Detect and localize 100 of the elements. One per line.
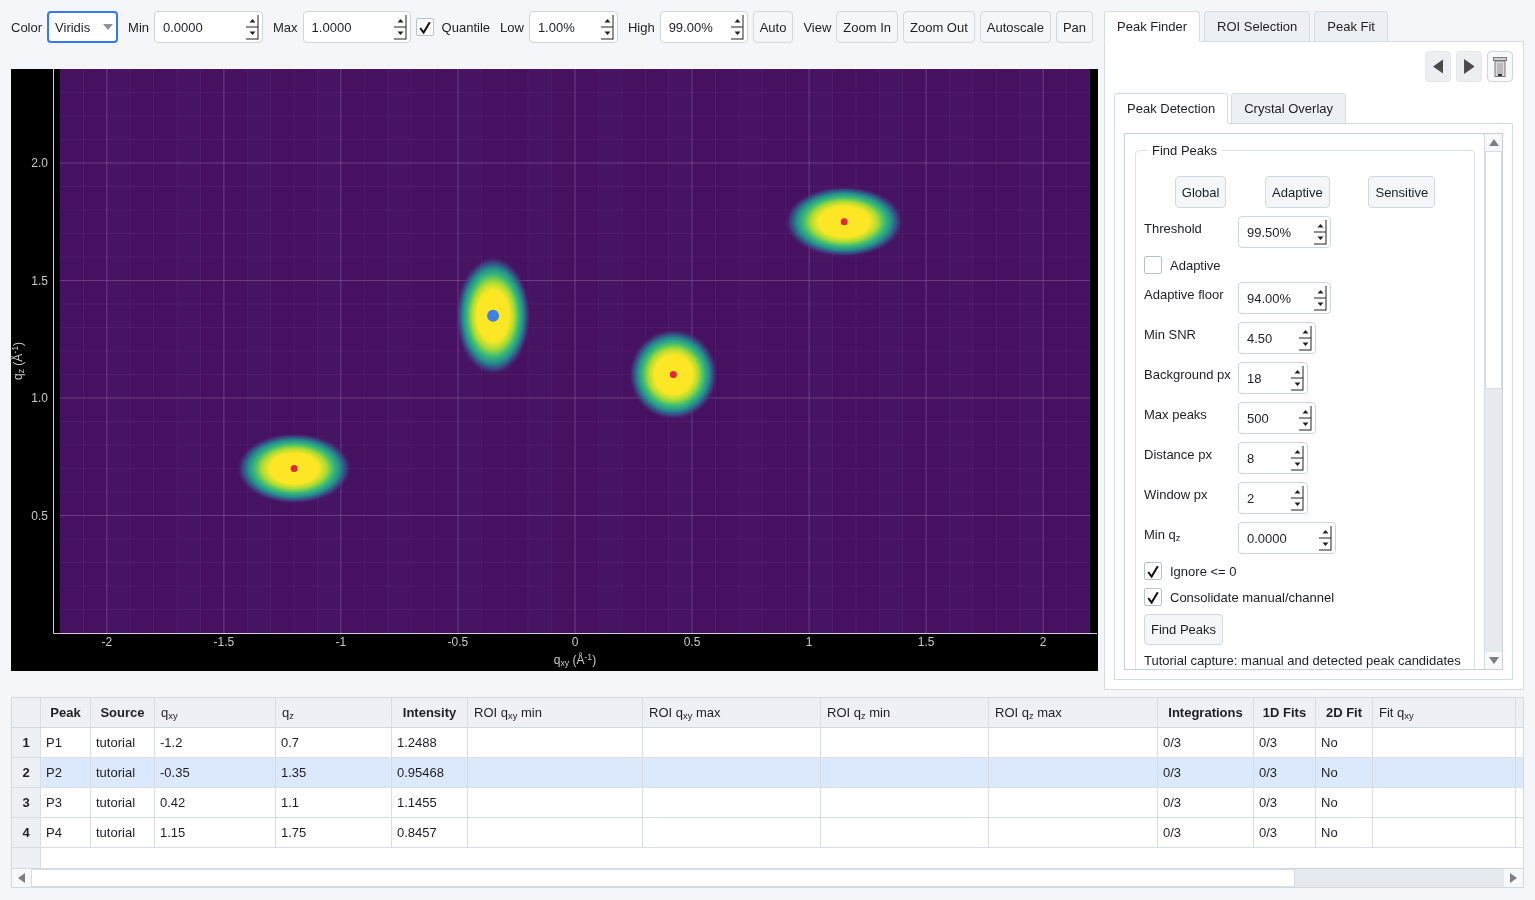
spin-arrows-icon[interactable] — [1290, 485, 1304, 511]
horizontal-scrollbar[interactable] — [12, 868, 1523, 887]
delete-button[interactable] — [1487, 51, 1513, 82]
previous-button[interactable] — [1425, 51, 1451, 82]
field-label: High — [627, 19, 655, 35]
tab[interactable]: Peak Detection — [1114, 93, 1229, 124]
row-header[interactable]: 2 — [12, 758, 41, 788]
field-label: Min q$_{z}$ — [1144, 526, 1181, 542]
spin-arrows-icon[interactable] — [1313, 219, 1327, 245]
number-field[interactable]: 99.00% — [659, 11, 748, 43]
axis-tick-label: 2 — [1039, 635, 1047, 649]
spin-arrows-icon[interactable] — [1290, 365, 1304, 391]
column-header[interactable]: q$_{xy}$ — [155, 698, 276, 728]
table-row[interactable]: 2 P2 tutorial -0.35 1.35 0.95468 0/3 0/3 No — [12, 758, 1523, 788]
number-field[interactable]: 1.0000 — [302, 11, 411, 43]
caret-right-icon — [1463, 59, 1475, 74]
axis-tick-label: 0.5 — [31, 508, 48, 523]
spin-arrows-icon[interactable] — [1298, 405, 1312, 431]
table-row[interactable]: 4 P4 tutorial 1.15 1.75 0.8457 0/3 0/3 No — [12, 818, 1523, 848]
peak-marker[interactable] — [840, 218, 848, 226]
column-header[interactable]: 2D Fit — [1316, 698, 1373, 728]
axis-tick-label: -2 — [101, 635, 113, 649]
column-header[interactable]: Fit q$_{xy}$ — [1373, 698, 1516, 728]
column-header[interactable]: 1D Fits — [1254, 698, 1316, 728]
checkbox-label: Adaptive — [1170, 257, 1221, 273]
axis-title: q$_{xy}$ (Å$^{-1}$) — [553, 653, 597, 667]
number-field[interactable]: 0.0000 — [1238, 522, 1336, 554]
toolbar-button[interactable]: Auto — [752, 11, 794, 43]
spin-arrows-icon[interactable] — [599, 14, 614, 40]
colormap-select[interactable]: Viridis — [47, 11, 119, 43]
check-icon — [418, 20, 431, 34]
spin-arrows-icon[interactable] — [392, 14, 407, 40]
table-cell: tutorial — [91, 818, 155, 848]
tab[interactable]: ROI Selection — [1204, 11, 1311, 42]
spin-arrows-icon[interactable] — [1313, 285, 1327, 311]
number-field[interactable]: 4.50 — [1238, 322, 1316, 354]
tab[interactable]: Peak Finder — [1104, 11, 1201, 42]
field-label: Min — [128, 19, 150, 35]
toolbar-button[interactable]: Autoscale — [979, 11, 1051, 43]
axis-tick-label: -1 — [335, 635, 347, 649]
scrollbar-thumb[interactable] — [1485, 151, 1502, 389]
axis-tick-label: -0.5 — [447, 635, 469, 649]
column-header[interactable]: Integrations — [1158, 698, 1254, 728]
spin-arrows-icon[interactable] — [1318, 525, 1332, 551]
caret-up-icon — [1488, 138, 1499, 147]
next-button[interactable] — [1456, 51, 1482, 82]
row-header[interactable]: 1 — [12, 728, 41, 758]
number-field[interactable]: 99.50% — [1238, 216, 1331, 248]
scrollbar-thumb[interactable] — [31, 869, 1295, 887]
peak-marker[interactable] — [669, 371, 677, 378]
number-field[interactable]: 1.00% — [528, 11, 618, 43]
number-field[interactable]: 18 — [1238, 362, 1308, 394]
preset-button[interactable]: Sensitive — [1368, 176, 1436, 208]
peak-marker[interactable] — [487, 309, 500, 322]
spin-arrows-icon[interactable] — [729, 14, 744, 40]
caret-right-icon — [1509, 873, 1518, 883]
number-field[interactable]: 0.0000 — [154, 11, 264, 43]
field-label: View — [803, 19, 832, 35]
column-header[interactable]: ROI q$_{z}$ min — [821, 698, 989, 728]
checkbox-label: Quantile — [441, 19, 490, 35]
table-cell: 0/3 — [1158, 818, 1254, 848]
checkbox[interactable] — [1144, 588, 1162, 606]
checkbox[interactable] — [415, 18, 434, 36]
spin-arrows-icon[interactable] — [1290, 445, 1304, 471]
checkbox[interactable] — [1144, 256, 1162, 274]
table-cell: 1.15 — [155, 818, 276, 848]
caret-left-icon — [17, 873, 26, 883]
vertical-scrollbar[interactable] — [1484, 134, 1502, 669]
field-label: Window px — [1144, 486, 1208, 502]
row-header[interactable]: 3 — [12, 788, 41, 818]
toolbar-button[interactable]: Pan — [1055, 11, 1094, 43]
axis-tick-label: 2.0 — [31, 156, 48, 170]
column-header[interactable]: Intensity — [392, 698, 468, 728]
find-peaks-button[interactable]: Find Peaks — [1144, 614, 1224, 645]
row-header[interactable]: 4 — [12, 818, 41, 848]
tab[interactable]: Peak Fit — [1314, 11, 1388, 42]
column-header[interactable]: ROI q$_{z}$ max — [989, 698, 1158, 728]
axis-tick-label: -1.5 — [213, 635, 235, 649]
column-header[interactable]: Peak — [41, 698, 91, 728]
number-field[interactable]: 8 — [1238, 442, 1308, 474]
column-header[interactable]: ROI q$_{xy}$ max — [643, 698, 821, 728]
toolbar-button[interactable]: Zoom In — [836, 11, 898, 43]
checkbox[interactable] — [1144, 562, 1162, 580]
spin-arrows-icon[interactable] — [245, 14, 260, 40]
preset-button[interactable]: Global — [1174, 176, 1227, 208]
spin-arrows-icon[interactable] — [1298, 325, 1312, 351]
column-header[interactable]: ROI q$_{xy}$ min — [468, 698, 643, 728]
preset-button[interactable]: Adaptive — [1265, 176, 1330, 208]
table-row[interactable]: 1 P1 tutorial -1.2 0.7 1.2488 0/3 0/3 No — [12, 728, 1523, 758]
number-field[interactable]: 94.00% — [1238, 282, 1331, 314]
peak-marker[interactable] — [290, 465, 298, 472]
number-field[interactable]: 2 — [1238, 482, 1308, 514]
column-header[interactable]: Source — [91, 698, 155, 728]
table-row[interactable]: 3 P3 tutorial 0.42 1.1 1.1455 0/3 0/3 No — [12, 788, 1523, 818]
toolbar-button[interactable]: Zoom Out — [903, 11, 975, 43]
checkbox-label: Ignore <= 0 — [1170, 563, 1237, 579]
tab[interactable]: Crystal Overlay — [1231, 93, 1347, 124]
column-header[interactable]: q$_{z}$ — [276, 698, 392, 728]
number-field[interactable]: 500 — [1238, 402, 1316, 434]
field-label: Threshold — [1144, 220, 1202, 236]
